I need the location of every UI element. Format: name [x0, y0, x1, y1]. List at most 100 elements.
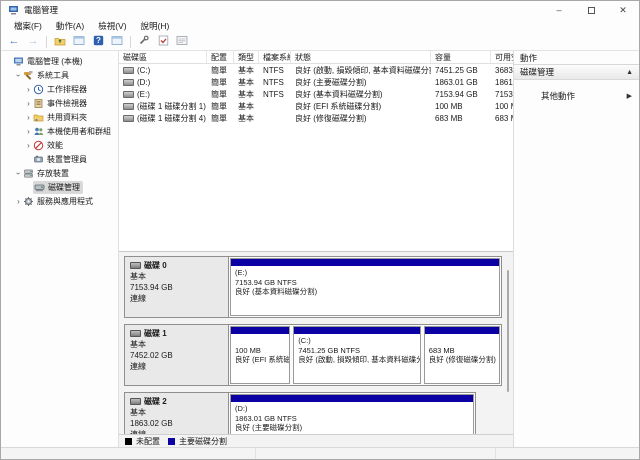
computer-management-window: 電腦管理 – ✕ 檔案(F) 動作(A) 檢視(V) 說明(H) ← →? 電腦管理 (… — [0, 0, 640, 460]
toolbar-button-console-window[interactable] — [109, 35, 125, 49]
unallocated-swatch — [125, 437, 132, 445]
table-row[interactable]: (磁碟 1 磁碟分割 4) 簡單 基本 良好 (修復磁碟分割) 683 MB 683 M — [119, 112, 513, 124]
vertical-scrollbar[interactable] — [507, 270, 509, 392]
tree-item-content: 磁碟管理 — [33, 180, 83, 194]
disk-row-磁碟 2: 磁碟 2基本1863.02 GB連線(D:)1863.01 GB NTFS良好 … — [124, 392, 476, 434]
shared-folder-icon — [33, 112, 44, 123]
sidebar-item-磁碟管理[interactable]: 磁碟管理 — [1, 180, 118, 194]
close-button[interactable]: ✕ — [607, 1, 639, 19]
cell-磁碟區: (D:) — [119, 76, 207, 88]
toolbar-button-help[interactable]: ? — [90, 35, 106, 49]
tree-item-label: 存放裝置 — [37, 168, 69, 178]
partition-683 MB[interactable]: 683 MB 良好 (修復磁碟分割) — [423, 326, 500, 384]
column-header-檔案系統[interactable]: 檔案系統 — [259, 51, 291, 63]
event-viewer-icon — [33, 98, 44, 109]
collapsed-chevron-icon[interactable]: › — [24, 127, 33, 136]
volume-icon — [123, 66, 134, 74]
cell-配置: 簡單 — [211, 113, 227, 123]
cell-配置: 簡單 — [211, 89, 227, 99]
toolbar-button-folder-up[interactable] — [52, 35, 68, 49]
console-tree: 電腦管理 (本機) › 系統工具 › 工作排程器 › 事件檢視器 › 共用資料夾 › 本機使用者和群… — [1, 51, 119, 447]
sidebar-item-存放裝置[interactable]: › 存放裝置 — [1, 166, 118, 180]
partition-color-band — [294, 327, 420, 334]
sidebar-item-服務與應用程式[interactable]: › 服務與應用程式 — [1, 194, 118, 208]
actions-group-label: 磁碟管理 — [520, 67, 555, 77]
toolbar-separator — [130, 35, 131, 48]
volume-table-header: 磁碟區配置類型檔案系統狀態容量可用空間 — [119, 51, 513, 64]
expanded-chevron-icon[interactable]: › — [14, 71, 23, 80]
console-window-icon — [73, 35, 85, 48]
sidebar-item-共用資料夾[interactable]: › 共用資料夾 — [1, 110, 118, 124]
sidebar-item-工作排程器[interactable]: › 工作排程器 — [1, 82, 118, 96]
help-icon: ? — [93, 35, 104, 48]
maximize-button[interactable] — [575, 1, 607, 19]
app-icon — [8, 5, 19, 16]
collapsed-chevron-icon[interactable]: › — [14, 197, 23, 206]
collapsed-chevron-icon[interactable]: › — [24, 141, 33, 150]
title-bar: 電腦管理 – ✕ — [1, 1, 639, 19]
primary-partition-swatch — [168, 437, 175, 445]
partition-color-band — [231, 395, 473, 402]
disk-meta: 連線 — [130, 294, 146, 303]
toolbar-button-console-window[interactable] — [71, 35, 87, 49]
legend-unallocated-label: 未配置 — [136, 436, 160, 446]
tree-item-label: 服務與應用程式 — [37, 196, 93, 206]
column-header-容量[interactable]: 容量 — [431, 51, 491, 63]
partition-info: (E:) 7153.94 GB NTFS 良好 (基本資料磁碟分割) — [235, 268, 318, 296]
partition-(D:)[interactable]: (D:) 1863.01 GB NTFS 良好 (主要磁碟分割) — [230, 394, 474, 434]
column-header-磁碟區[interactable]: 磁碟區 — [119, 51, 207, 63]
minimize-button[interactable]: – — [543, 1, 575, 19]
sidebar-item-系統工具[interactable]: › 系統工具 — [1, 68, 118, 82]
tree-item-content: 系統工具 — [23, 70, 69, 81]
partition-100 MB[interactable]: 100 MB良好 (EFI 系統磁碟分割) — [230, 326, 291, 384]
toolbar-button-forward[interactable]: → — [25, 35, 41, 49]
actions-group-disk-management[interactable]: 磁碟管理 ▲ — [514, 65, 639, 80]
disk-row-磁碟 0: 磁碟 0 基本 7153.94 GB 連線 (E:) 7153.94 GB NTFS 良好 … — [124, 256, 502, 318]
table-row[interactable]: (D:) 簡單 基本 NTFS 良好 (主要磁碟分割) 1863.01 GB 1861 — [119, 76, 513, 88]
menu-bar: 檔案(F) 動作(A) 檢視(V) 說明(H) — [1, 19, 639, 33]
column-header-類型[interactable]: 類型 — [234, 51, 259, 63]
tree-item-label: 裝置管理員 — [47, 154, 87, 164]
collapsed-chevron-icon[interactable]: › — [24, 85, 33, 94]
table-row[interactable]: (C:) 簡單 基本 NTFS 良好 (啟動, 損毀傾印, 基本資料磁碟分割) 7451.… — [119, 64, 513, 76]
disk-meta: 基本 — [130, 408, 146, 417]
table-row[interactable]: (E:) 簡單 基本 NTFS 良好 (基本資料磁碟分割) 7153.94 GB 7153 — [119, 88, 513, 100]
menu-item[interactable]: 動作(A) — [49, 19, 91, 33]
column-header-可用空間[interactable]: 可用空間 — [491, 51, 513, 63]
sidebar-item-效能[interactable]: › 效能 — [1, 138, 118, 152]
sidebar-item-裝置管理員[interactable]: 裝置管理員 — [1, 152, 118, 166]
toolbar-button-back[interactable]: ← — [6, 35, 22, 49]
toolbar-button-check-task[interactable] — [155, 35, 171, 49]
disk-label: 磁碟 2基本1863.02 GB連線 — [125, 393, 229, 434]
partition-(C:)[interactable]: (C:)7451.25 GB NTFS良好 (啟動, 損毀傾印, 基本資料磁碟分… — [293, 326, 421, 384]
table-row[interactable]: (磁碟 1 磁碟分割 1) 簡單 基本 良好 (EFI 系統磁碟分割) 100 MB 10… — [119, 100, 513, 112]
expanded-chevron-icon[interactable]: › — [14, 169, 23, 178]
partition-info: (D:) 1863.01 GB NTFS 良好 (主要磁碟分割) — [235, 404, 303, 432]
collapsed-chevron-icon[interactable]: › — [24, 113, 33, 122]
graphical-view: 磁碟 0 基本 7153.94 GB 連線 (E:) 7153.94 GB NTFS 良好 … — [119, 251, 513, 447]
menu-item[interactable]: 檔案(F) — [7, 19, 49, 33]
toolbar-button-properties[interactable] — [174, 35, 190, 49]
menu-item[interactable]: 檢視(V) — [91, 19, 133, 33]
cell-類型: 基本 — [238, 101, 254, 111]
disk-management-pane: 磁碟區配置類型檔案系統狀態容量可用空間(C:)簡單基本NTFS良好 (啟動, 損… — [119, 51, 514, 447]
disk-meta: 基本 — [130, 272, 146, 281]
menu-item[interactable]: 說明(H) — [134, 19, 177, 33]
collapse-icon[interactable]: ▲ — [626, 69, 633, 76]
sidebar-item-電腦管理 (本機)[interactable]: 電腦管理 (本機) — [1, 54, 118, 68]
users-icon — [33, 126, 44, 137]
cell-容量: 100 MB — [435, 101, 463, 111]
more-actions-item[interactable]: 其他動作 ▶ — [514, 89, 639, 103]
sidebar-item-本機使用者和群組[interactable]: › 本機使用者和群組 — [1, 124, 118, 138]
sidebar-item-事件檢視器[interactable]: › 事件檢視器 — [1, 96, 118, 110]
collapsed-chevron-icon[interactable]: › — [24, 99, 33, 108]
tree-item-content: 服務與應用程式 — [23, 196, 93, 207]
disk-icon — [130, 262, 141, 269]
column-header-狀態[interactable]: 狀態 — [291, 51, 431, 63]
partition-(E:)[interactable]: (E:) 7153.94 GB NTFS 良好 (基本資料磁碟分割) — [230, 258, 500, 316]
cell-配置: 簡單 — [211, 77, 227, 87]
column-header-配置[interactable]: 配置 — [207, 51, 234, 63]
toolbar-button-wrench[interactable] — [136, 35, 152, 49]
cell-容量: 1863.01 GB — [435, 77, 478, 87]
cell-可用空間: 1861 — [495, 77, 513, 87]
